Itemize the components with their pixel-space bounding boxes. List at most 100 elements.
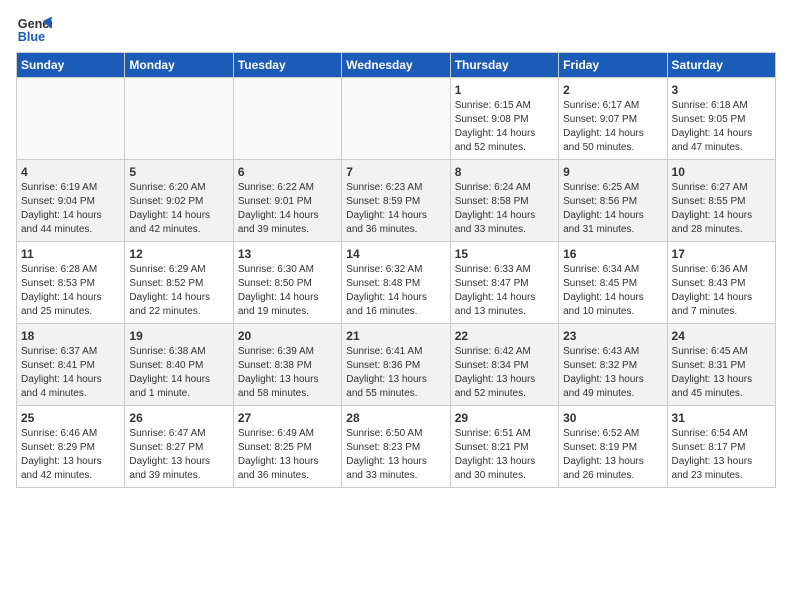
day-info: Sunrise: 6:54 AMSunset: 8:17 PMDaylight:… <box>672 427 771 482</box>
calendar-cell: 1Sunrise: 6:15 AMSunset: 9:08 PMDaylight… <box>450 78 558 160</box>
calendar-cell <box>233 78 341 160</box>
calendar-cell: 13Sunrise: 6:30 AMSunset: 8:50 PMDayligh… <box>233 242 341 324</box>
day-number: 22 <box>455 328 554 344</box>
calendar-table: SundayMondayTuesdayWednesdayThursdayFrid… <box>16 52 776 488</box>
calendar-cell: 29Sunrise: 6:51 AMSunset: 8:21 PMDayligh… <box>450 406 558 488</box>
calendar-cell: 23Sunrise: 6:43 AMSunset: 8:32 PMDayligh… <box>559 324 667 406</box>
calendar-cell: 8Sunrise: 6:24 AMSunset: 8:58 PMDaylight… <box>450 160 558 242</box>
day-number: 23 <box>563 328 662 344</box>
day-info: Sunrise: 6:18 AMSunset: 9:05 PMDaylight:… <box>672 99 771 154</box>
calendar-cell <box>17 78 125 160</box>
calendar-cell: 17Sunrise: 6:36 AMSunset: 8:43 PMDayligh… <box>667 242 775 324</box>
day-number: 12 <box>129 246 228 262</box>
day-info: Sunrise: 6:29 AMSunset: 8:52 PMDaylight:… <box>129 263 228 318</box>
day-info: Sunrise: 6:23 AMSunset: 8:59 PMDaylight:… <box>346 181 445 236</box>
day-info: Sunrise: 6:49 AMSunset: 8:25 PMDaylight:… <box>238 427 337 482</box>
weekday-header-tuesday: Tuesday <box>233 53 341 78</box>
weekday-header-sunday: Sunday <box>17 53 125 78</box>
day-info: Sunrise: 6:52 AMSunset: 8:19 PMDaylight:… <box>563 427 662 482</box>
day-number: 4 <box>21 164 120 180</box>
day-number: 9 <box>563 164 662 180</box>
day-info: Sunrise: 6:34 AMSunset: 8:45 PMDaylight:… <box>563 263 662 318</box>
day-info: Sunrise: 6:37 AMSunset: 8:41 PMDaylight:… <box>21 345 120 400</box>
day-info: Sunrise: 6:28 AMSunset: 8:53 PMDaylight:… <box>21 263 120 318</box>
day-number: 24 <box>672 328 771 344</box>
calendar-cell: 14Sunrise: 6:32 AMSunset: 8:48 PMDayligh… <box>342 242 450 324</box>
day-number: 25 <box>21 410 120 426</box>
calendar-cell: 26Sunrise: 6:47 AMSunset: 8:27 PMDayligh… <box>125 406 233 488</box>
day-info: Sunrise: 6:39 AMSunset: 8:38 PMDaylight:… <box>238 345 337 400</box>
calendar-cell: 9Sunrise: 6:25 AMSunset: 8:56 PMDaylight… <box>559 160 667 242</box>
day-number: 17 <box>672 246 771 262</box>
day-info: Sunrise: 6:45 AMSunset: 8:31 PMDaylight:… <box>672 345 771 400</box>
calendar-cell: 25Sunrise: 6:46 AMSunset: 8:29 PMDayligh… <box>17 406 125 488</box>
day-number: 5 <box>129 164 228 180</box>
calendar-cell: 31Sunrise: 6:54 AMSunset: 8:17 PMDayligh… <box>667 406 775 488</box>
calendar-cell <box>342 78 450 160</box>
calendar-cell: 19Sunrise: 6:38 AMSunset: 8:40 PMDayligh… <box>125 324 233 406</box>
calendar-cell: 15Sunrise: 6:33 AMSunset: 8:47 PMDayligh… <box>450 242 558 324</box>
calendar-week-1: 1Sunrise: 6:15 AMSunset: 9:08 PMDaylight… <box>17 78 776 160</box>
day-info: Sunrise: 6:27 AMSunset: 8:55 PMDaylight:… <box>672 181 771 236</box>
header-row: SundayMondayTuesdayWednesdayThursdayFrid… <box>17 53 776 78</box>
calendar-cell <box>125 78 233 160</box>
calendar-cell: 7Sunrise: 6:23 AMSunset: 8:59 PMDaylight… <box>342 160 450 242</box>
day-info: Sunrise: 6:42 AMSunset: 8:34 PMDaylight:… <box>455 345 554 400</box>
calendar-cell: 27Sunrise: 6:49 AMSunset: 8:25 PMDayligh… <box>233 406 341 488</box>
day-number: 26 <box>129 410 228 426</box>
day-number: 11 <box>21 246 120 262</box>
day-number: 29 <box>455 410 554 426</box>
weekday-header-saturday: Saturday <box>667 53 775 78</box>
day-info: Sunrise: 6:17 AMSunset: 9:07 PMDaylight:… <box>563 99 662 154</box>
calendar-cell: 22Sunrise: 6:42 AMSunset: 8:34 PMDayligh… <box>450 324 558 406</box>
day-info: Sunrise: 6:30 AMSunset: 8:50 PMDaylight:… <box>238 263 337 318</box>
svg-text:Blue: Blue <box>18 30 45 44</box>
day-number: 27 <box>238 410 337 426</box>
logo-icon: General Blue <box>16 12 52 48</box>
calendar-cell: 21Sunrise: 6:41 AMSunset: 8:36 PMDayligh… <box>342 324 450 406</box>
logo: General Blue <box>16 12 52 48</box>
day-info: Sunrise: 6:38 AMSunset: 8:40 PMDaylight:… <box>129 345 228 400</box>
calendar-cell: 4Sunrise: 6:19 AMSunset: 9:04 PMDaylight… <box>17 160 125 242</box>
day-number: 1 <box>455 82 554 98</box>
day-number: 7 <box>346 164 445 180</box>
day-number: 16 <box>563 246 662 262</box>
day-info: Sunrise: 6:50 AMSunset: 8:23 PMDaylight:… <box>346 427 445 482</box>
day-number: 10 <box>672 164 771 180</box>
weekday-header-monday: Monday <box>125 53 233 78</box>
day-info: Sunrise: 6:22 AMSunset: 9:01 PMDaylight:… <box>238 181 337 236</box>
weekday-header-friday: Friday <box>559 53 667 78</box>
page-container: General Blue SundayMondayTuesdayWednesda… <box>0 0 792 496</box>
day-info: Sunrise: 6:47 AMSunset: 8:27 PMDaylight:… <box>129 427 228 482</box>
calendar-week-4: 18Sunrise: 6:37 AMSunset: 8:41 PMDayligh… <box>17 324 776 406</box>
day-number: 19 <box>129 328 228 344</box>
day-number: 18 <box>21 328 120 344</box>
day-info: Sunrise: 6:25 AMSunset: 8:56 PMDaylight:… <box>563 181 662 236</box>
calendar-week-3: 11Sunrise: 6:28 AMSunset: 8:53 PMDayligh… <box>17 242 776 324</box>
calendar-cell: 3Sunrise: 6:18 AMSunset: 9:05 PMDaylight… <box>667 78 775 160</box>
weekday-header-thursday: Thursday <box>450 53 558 78</box>
day-info: Sunrise: 6:32 AMSunset: 8:48 PMDaylight:… <box>346 263 445 318</box>
day-number: 13 <box>238 246 337 262</box>
calendar-cell: 16Sunrise: 6:34 AMSunset: 8:45 PMDayligh… <box>559 242 667 324</box>
day-info: Sunrise: 6:51 AMSunset: 8:21 PMDaylight:… <box>455 427 554 482</box>
day-info: Sunrise: 6:46 AMSunset: 8:29 PMDaylight:… <box>21 427 120 482</box>
weekday-header-wednesday: Wednesday <box>342 53 450 78</box>
day-number: 21 <box>346 328 445 344</box>
calendar-cell: 24Sunrise: 6:45 AMSunset: 8:31 PMDayligh… <box>667 324 775 406</box>
calendar-cell: 12Sunrise: 6:29 AMSunset: 8:52 PMDayligh… <box>125 242 233 324</box>
day-info: Sunrise: 6:15 AMSunset: 9:08 PMDaylight:… <box>455 99 554 154</box>
calendar-week-2: 4Sunrise: 6:19 AMSunset: 9:04 PMDaylight… <box>17 160 776 242</box>
calendar-cell: 2Sunrise: 6:17 AMSunset: 9:07 PMDaylight… <box>559 78 667 160</box>
day-number: 3 <box>672 82 771 98</box>
calendar-week-5: 25Sunrise: 6:46 AMSunset: 8:29 PMDayligh… <box>17 406 776 488</box>
calendar-cell: 18Sunrise: 6:37 AMSunset: 8:41 PMDayligh… <box>17 324 125 406</box>
day-number: 6 <box>238 164 337 180</box>
calendar-cell: 5Sunrise: 6:20 AMSunset: 9:02 PMDaylight… <box>125 160 233 242</box>
day-info: Sunrise: 6:20 AMSunset: 9:02 PMDaylight:… <box>129 181 228 236</box>
day-number: 2 <box>563 82 662 98</box>
day-info: Sunrise: 6:19 AMSunset: 9:04 PMDaylight:… <box>21 181 120 236</box>
header: General Blue <box>16 12 776 48</box>
day-info: Sunrise: 6:43 AMSunset: 8:32 PMDaylight:… <box>563 345 662 400</box>
day-number: 30 <box>563 410 662 426</box>
